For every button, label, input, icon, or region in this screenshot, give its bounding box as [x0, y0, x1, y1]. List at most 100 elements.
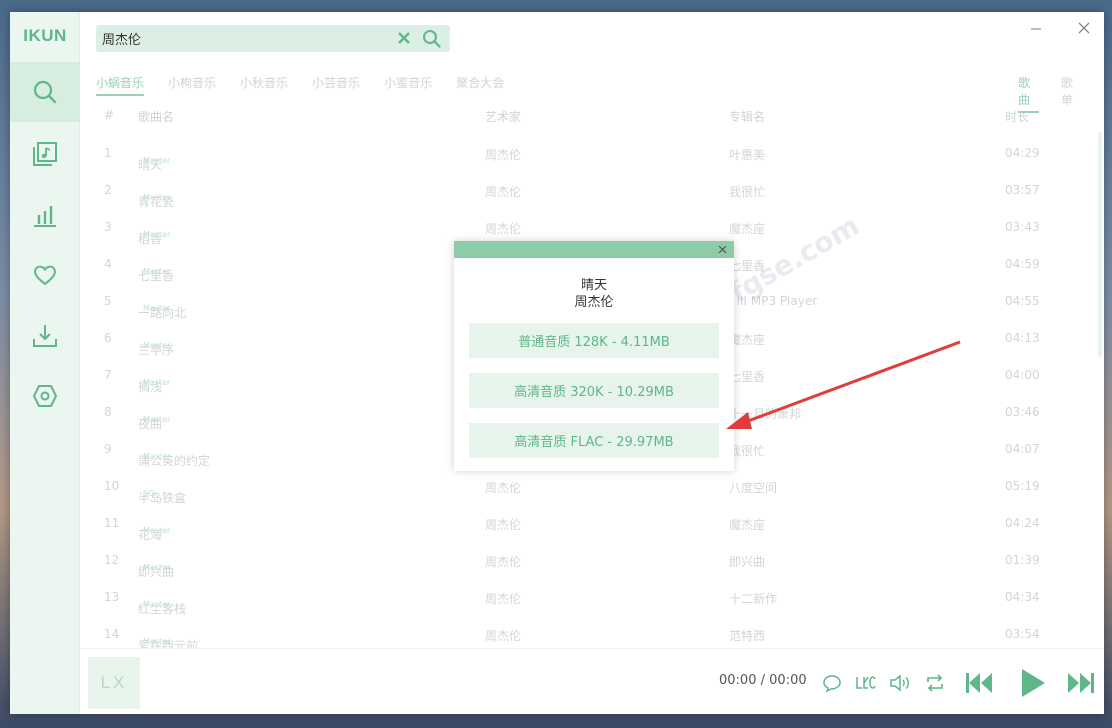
row-duration: 03:46 — [1005, 405, 1040, 419]
quality-128k-button[interactable]: 普通音质 128K - 4.11MB — [469, 323, 719, 358]
clear-icon[interactable] — [396, 30, 412, 46]
heart-icon — [34, 265, 56, 286]
row-album: 即兴曲 — [729, 555, 766, 569]
quality-badge: SQ — [143, 489, 155, 498]
nav-download[interactable] — [10, 306, 80, 366]
row-num: 12 — [104, 553, 120, 567]
play-icon[interactable] — [1018, 666, 1048, 700]
player-bar: LX 00:00 / 00:00 — [80, 648, 1104, 714]
row-album: 叶惠美 — [729, 148, 766, 162]
row-num: 3 — [104, 220, 112, 234]
app-window: IKUN 小蜗音乐 小枸音乐 小秋音乐 小芸音乐 小蜜音乐 — [10, 12, 1104, 714]
search-box — [96, 25, 450, 52]
nav-settings[interactable] — [10, 366, 80, 426]
time-separator: / — [760, 673, 765, 688]
time-display: 00:00 / 00:00 — [719, 673, 807, 688]
quality-flac-button[interactable]: 高清音质 FLAC - 29.97MB — [469, 423, 719, 458]
quality-badge: Master — [143, 304, 171, 313]
table-row[interactable]: 11 花海 Master 周杰伦 魔杰座 04:24 — [96, 506, 1096, 543]
row-duration: 04:29 — [1005, 146, 1040, 160]
row-num: 9 — [104, 442, 112, 456]
quality-badge: Master — [143, 452, 171, 461]
row-num: 11 — [104, 516, 120, 530]
dialog-header — [454, 241, 734, 258]
row-duration: 04:00 — [1005, 368, 1040, 382]
row-album: 魔杰座 — [729, 222, 766, 236]
album-cover[interactable]: LX — [88, 657, 140, 709]
row-artist: 周杰伦 — [485, 222, 522, 236]
row-album: 七里香 — [729, 370, 766, 384]
source-tab[interactable]: 小秋音乐 — [240, 74, 288, 96]
header-num: # — [104, 108, 115, 122]
row-duration: 03:43 — [1005, 220, 1040, 234]
quality-badge: Master — [143, 637, 171, 646]
source-tab[interactable]: 聚合大会 — [456, 74, 504, 96]
row-artist: 周杰伦 — [485, 481, 522, 495]
table-row[interactable]: 10 半岛铁盒 SQ 周杰伦 八度空间 05:19 — [96, 469, 1096, 506]
quality-badge: Master — [143, 230, 171, 239]
lyrics-icon[interactable] — [855, 673, 877, 693]
close-icon[interactable] — [716, 243, 729, 256]
app-logo: IKUN — [23, 26, 67, 45]
row-album: 十一月的萧邦 — [729, 407, 802, 421]
minimize-icon[interactable] — [1028, 20, 1044, 36]
quality-320k-button[interactable]: 高清音质 320K - 10.29MB — [469, 373, 719, 408]
row-duration: 01:39 — [1005, 553, 1040, 567]
quality-badge: Master — [143, 600, 171, 609]
row-duration: 04:55 — [1005, 294, 1040, 308]
row-duration: 04:07 — [1005, 442, 1040, 456]
search-icon[interactable] — [422, 29, 441, 48]
sidebar: IKUN — [10, 12, 80, 714]
table-row[interactable]: 12 即兴曲 Master 周杰伦 即兴曲 01:39 — [96, 543, 1096, 580]
row-album: 魔杰座 — [729, 518, 766, 532]
row-num: 10 — [104, 479, 120, 493]
music-library-icon — [33, 142, 57, 166]
source-tab[interactable]: 小芸音乐 — [312, 74, 360, 96]
source-tab[interactable]: 小枸音乐 — [168, 74, 216, 96]
scrollbar[interactable] — [1098, 132, 1102, 357]
table-row[interactable]: 1 晴天 Master 周杰伦 叶惠美 04:29 — [96, 136, 1096, 173]
source-tab[interactable]: 小蜜音乐 — [384, 74, 432, 96]
search-input[interactable] — [96, 25, 386, 52]
repeat-icon[interactable] — [925, 673, 945, 693]
row-num: 8 — [104, 405, 112, 419]
close-window-icon[interactable] — [1076, 20, 1092, 36]
settings-hexagon-icon — [32, 385, 58, 407]
quality-dialog: 晴天 周杰伦 普通音质 128K - 4.11MB 高清音质 320K - 10… — [454, 241, 734, 471]
source-tab[interactable]: 小蜗音乐 — [96, 74, 145, 96]
nav-search[interactable] — [10, 62, 80, 122]
table-row[interactable]: 2 青花瓷 Master 周杰伦 我很忙 03:57 — [96, 173, 1096, 210]
previous-track-icon[interactable] — [964, 669, 994, 697]
quality-badge: Master — [143, 341, 171, 350]
row-album: 我很忙 — [729, 185, 766, 199]
nav-favorites[interactable] — [10, 245, 80, 305]
volume-icon[interactable] — [889, 673, 911, 693]
row-num: 1 — [104, 146, 112, 160]
quality-badge: Master — [143, 156, 171, 165]
download-icon — [33, 325, 57, 347]
row-album: 八度空间 — [729, 481, 778, 495]
nav-songlist[interactable] — [10, 124, 80, 184]
row-num: 4 — [104, 257, 112, 271]
row-num: 13 — [104, 590, 120, 604]
nav-leaderboard[interactable] — [10, 185, 80, 245]
row-album: J III MP3 Player — [729, 294, 818, 308]
comment-icon[interactable] — [822, 673, 842, 693]
table-header: # 歌曲名 艺术家 专辑名 时长 — [96, 108, 1096, 128]
quality-badge: Master — [143, 378, 171, 387]
row-duration: 03:57 — [1005, 183, 1040, 197]
row-album: 我很忙 — [729, 444, 766, 458]
quality-badge: Master — [143, 193, 171, 202]
row-duration: 04:13 — [1005, 331, 1040, 345]
row-artist: 周杰伦 — [485, 148, 522, 162]
quality-badge: Master — [143, 526, 171, 535]
row-duration: 04:59 — [1005, 257, 1040, 271]
row-artist: 周杰伦 — [485, 185, 522, 199]
source-tabs: 小蜗音乐 小枸音乐 小秋音乐 小芸音乐 小蜜音乐 聚合大会 — [96, 74, 528, 96]
row-artist: 周杰伦 — [485, 555, 522, 569]
row-album: 魔杰座 — [729, 333, 766, 347]
row-duration: 04:24 — [1005, 516, 1040, 530]
next-track-icon[interactable] — [1066, 669, 1096, 697]
row-duration: 04:34 — [1005, 590, 1040, 604]
table-row[interactable]: 13 红尘客栈 Master 周杰伦 十二新作 04:34 — [96, 580, 1096, 617]
